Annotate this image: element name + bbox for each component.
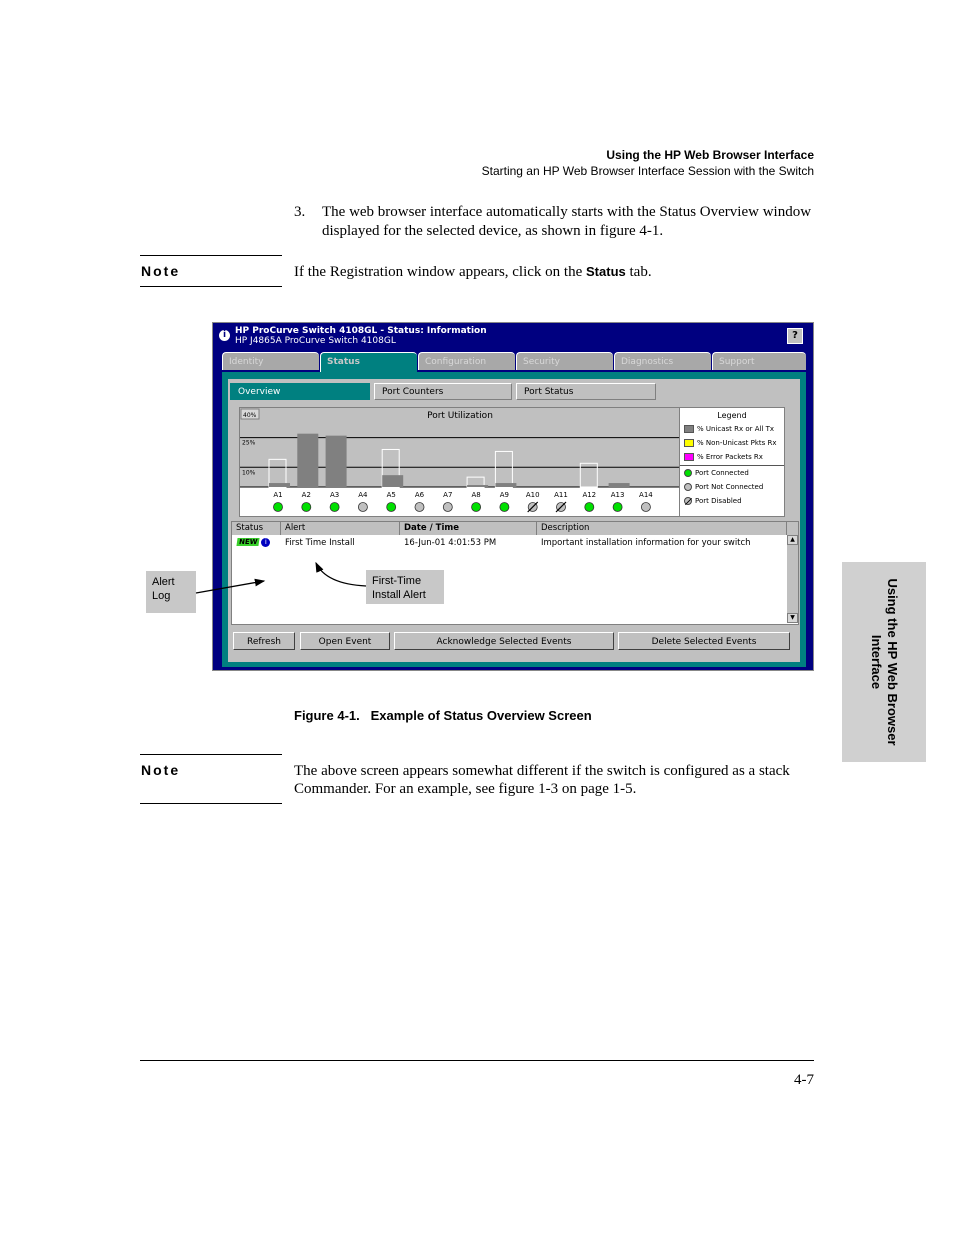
side-tab-line1: Using the HP Web Browser [885, 578, 900, 746]
chapter-side-tab: Using the HP Web Browser Interface [842, 562, 926, 762]
figure-caption: Figure 4-1. Example of Status Overview S… [294, 708, 592, 723]
side-tab-text: Using the HP Web Browser Interface [868, 578, 900, 745]
alert-log-arrow [195, 578, 266, 594]
note2-label: Note [141, 762, 181, 778]
first-time-arrow [315, 561, 367, 587]
page-number: 4-7 [794, 1072, 814, 1088]
note2-rule-bottom [140, 803, 282, 804]
note2-text: The above screen appears somewhat differ… [294, 763, 790, 797]
manual-page: Using the HP Web Browser Interface Start… [0, 0, 954, 1235]
footer-rule [140, 1060, 814, 1061]
side-tab-line2: Interface [869, 634, 884, 690]
callout-arrows [195, 561, 367, 594]
note2-rule-top [140, 754, 282, 755]
